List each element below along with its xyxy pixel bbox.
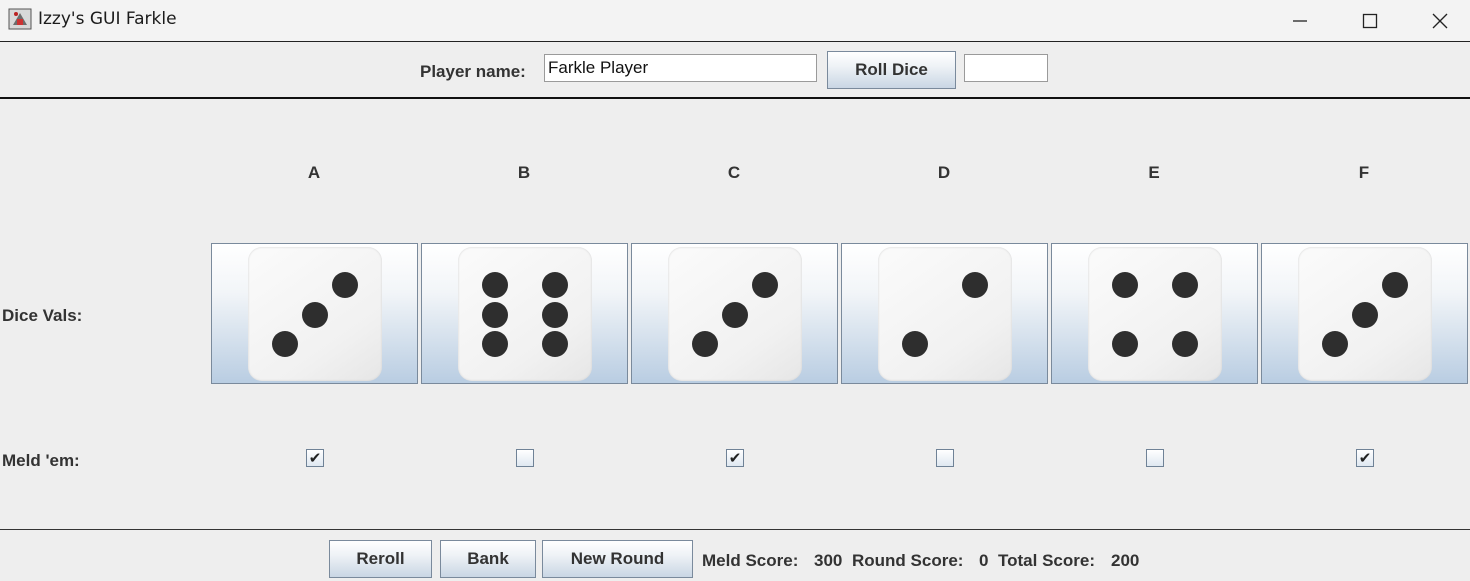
die-face-2-icon [878, 247, 1012, 381]
maximize-button[interactable] [1336, 0, 1404, 41]
meld-score-label: Meld Score: [702, 551, 799, 570]
die-pip [902, 331, 928, 357]
die-face-4-icon [1088, 247, 1222, 381]
meld-score-value: 300 [814, 551, 843, 570]
minimize-icon [1293, 19, 1307, 22]
die-button-e[interactable] [1051, 243, 1258, 384]
die-face-3-icon [668, 247, 802, 381]
column-label-a: A [307, 163, 321, 182]
die-pip [752, 272, 778, 298]
die-pip [332, 272, 358, 298]
column-label-f: F [1358, 163, 1370, 182]
round-score-value: 0 [979, 551, 989, 570]
minimize-button[interactable] [1266, 0, 1334, 41]
round-score-label: Round Score: [852, 551, 964, 570]
total-score-label: Total Score: [998, 551, 1095, 570]
die-pip [692, 331, 718, 357]
die-pip [722, 302, 748, 328]
die-button-b[interactable] [421, 243, 628, 384]
die-pip [542, 272, 568, 298]
player-panel: Player name: Roll Dice [0, 42, 1470, 99]
die-pip [1382, 272, 1408, 298]
die-pip [482, 272, 508, 298]
die-button-a[interactable] [211, 243, 418, 384]
die-pip [482, 302, 508, 328]
meld-checkbox-e[interactable] [1146, 449, 1164, 467]
meld-checkbox-f[interactable]: ✔ [1356, 449, 1374, 467]
roll-result-field[interactable] [964, 54, 1048, 82]
close-button[interactable] [1406, 0, 1470, 41]
player-name-label: Player name: [420, 62, 526, 81]
die-face-3-icon [1298, 247, 1432, 381]
checkmark-icon: ✔ [728, 448, 742, 467]
die-pip [1172, 272, 1198, 298]
column-label-d: D [937, 163, 951, 182]
player-name-input[interactable] [544, 54, 817, 82]
column-label-e: E [1148, 163, 1160, 182]
die-button-f[interactable] [1261, 243, 1468, 384]
die-face-6-icon [458, 247, 592, 381]
die-button-c[interactable] [631, 243, 838, 384]
reroll-button[interactable]: Reroll [329, 540, 432, 578]
checkmark-icon: ✔ [1358, 448, 1372, 467]
meld-checkbox-c[interactable]: ✔ [726, 449, 744, 467]
meld-checkbox-d[interactable] [936, 449, 954, 467]
title-bar: Izzy's GUI Farkle [0, 0, 1470, 42]
column-label-b: B [517, 163, 531, 182]
close-icon [1432, 13, 1448, 28]
score-panel: Reroll Bank New Round Meld Score: 300 Ro… [0, 529, 1470, 581]
die-pip [482, 331, 508, 357]
die-pip [962, 272, 988, 298]
die-button-d[interactable] [841, 243, 1048, 384]
checkmark-icon: ✔ [308, 448, 322, 467]
meld-checkbox-a[interactable]: ✔ [306, 449, 324, 467]
die-pip [1322, 331, 1348, 357]
die-pip [1172, 331, 1198, 357]
die-pip [542, 331, 568, 357]
die-pip [1112, 272, 1138, 298]
column-label-c: C [727, 163, 741, 182]
die-pip [302, 302, 328, 328]
maximize-icon [1362, 13, 1378, 28]
meld-checkbox-b[interactable] [516, 449, 534, 467]
java-app-icon [8, 8, 32, 30]
die-face-3-icon [248, 247, 382, 381]
roll-dice-button[interactable]: Roll Dice [827, 51, 956, 89]
new-round-button[interactable]: New Round [542, 540, 693, 578]
dice-vals-label: Dice Vals: [2, 306, 83, 325]
die-pip [1352, 302, 1378, 328]
total-score-value: 200 [1111, 551, 1140, 570]
die-pip [542, 302, 568, 328]
bank-button[interactable]: Bank [440, 540, 536, 578]
meld-label: Meld 'em: [2, 451, 80, 470]
die-pip [272, 331, 298, 357]
window-title: Izzy's GUI Farkle [38, 9, 177, 29]
die-pip [1112, 331, 1138, 357]
